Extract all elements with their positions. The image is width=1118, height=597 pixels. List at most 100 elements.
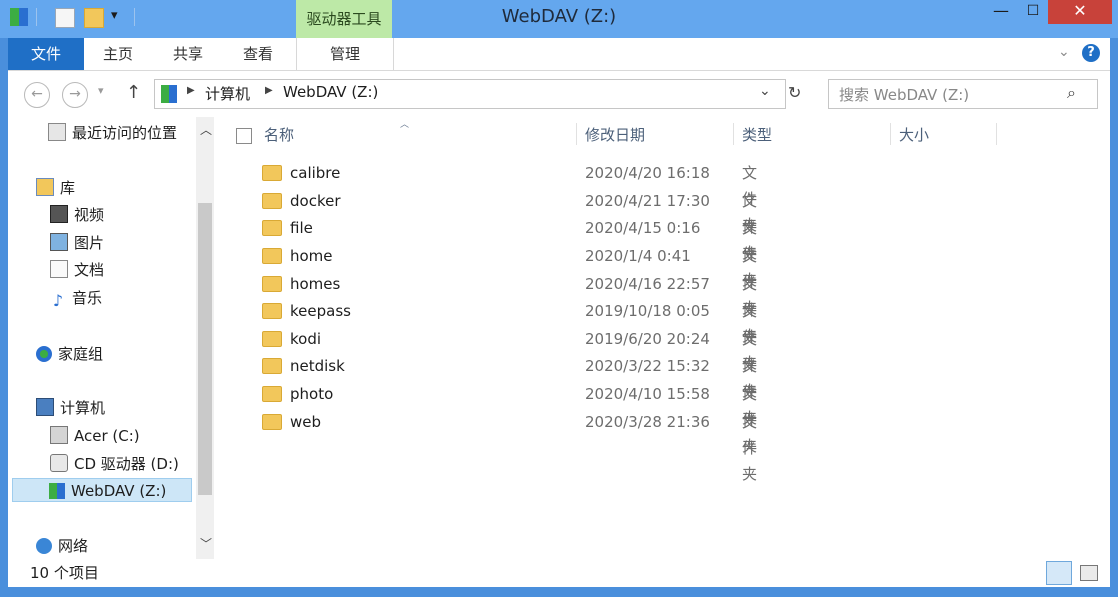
tab-home[interactable]: 主页 — [98, 38, 138, 70]
large-icons-view-icon[interactable] — [1080, 565, 1098, 581]
file-name: photo — [290, 385, 334, 403]
help-icon[interactable]: ? — [1082, 44, 1100, 62]
music-icon: ♪ — [52, 291, 64, 310]
sort-ascending-icon: ︿ — [400, 120, 410, 130]
file-date: 2020/4/21 17:30 — [585, 192, 710, 210]
nav-item-label: 计算机 — [60, 399, 106, 417]
nav-item-label: WebDAV (Z:) — [71, 482, 167, 500]
ribbon-expand-icon[interactable]: ⌄ — [1058, 44, 1070, 60]
tab-file[interactable]: 文件 — [8, 38, 84, 70]
file-date: 2020/4/10 15:58 — [585, 385, 710, 403]
nav-item-label: 网络 — [58, 537, 89, 555]
drive-icon — [50, 426, 68, 444]
scroll-down-icon[interactable]: ﹀ — [200, 535, 212, 552]
homegroup-icon — [36, 346, 52, 362]
file-name: kodi — [290, 330, 322, 348]
minimize-button[interactable]: — — [986, 0, 1016, 24]
recent-locations-icon[interactable]: ▾ — [98, 84, 104, 97]
nav-item-network[interactable]: 网络 — [36, 534, 88, 558]
file-date: 2020/3/28 21:36 — [585, 413, 710, 431]
ribbon-tab-bar: 文件 主页 共享 查看 管理 ⌄ ? — [8, 38, 1110, 71]
nav-item-label: Acer (C:) — [74, 427, 140, 445]
computer-icon — [36, 398, 54, 416]
column-divider[interactable] — [733, 123, 734, 145]
folder-icon — [262, 358, 282, 374]
nav-scrollbar-thumb[interactable] — [198, 203, 212, 495]
file-date: 2019/6/20 20:24 — [585, 330, 710, 348]
nav-item-computer[interactable]: 计算机 — [36, 396, 105, 420]
breadcrumb-computer[interactable]: 计算机 — [205, 83, 250, 104]
column-header-name[interactable]: 名称 — [264, 123, 294, 147]
folder-icon — [262, 193, 282, 209]
column-header-type[interactable]: 类型 — [742, 123, 772, 147]
pictures-icon — [50, 233, 68, 251]
details-view-icon[interactable] — [1046, 561, 1072, 585]
nav-item-label: 音乐 — [72, 289, 103, 307]
search-input[interactable]: 搜索 WebDAV (Z:) — [839, 84, 969, 105]
cd-drive-icon — [50, 454, 68, 472]
status-bar: 10 个项目 — [8, 559, 1110, 587]
file-name: homes — [290, 275, 341, 293]
column-header-date[interactable]: 修改日期 — [585, 123, 645, 147]
refresh-icon[interactable]: ↻ — [788, 83, 801, 102]
search-icon[interactable]: ⌕ — [1067, 83, 1076, 103]
documents-icon — [50, 260, 68, 278]
nav-item-webdav[interactable]: WebDAV (Z:) — [12, 478, 192, 502]
nav-item-drive-c[interactable]: Acer (C:) — [50, 424, 140, 448]
file-name: keepass — [290, 302, 351, 320]
breadcrumb-separator-icon: ▶ — [265, 85, 273, 96]
folder-icon — [262, 331, 282, 347]
file-date: 2020/4/15 0:16 — [585, 219, 701, 237]
network-icon — [36, 538, 52, 554]
folder-icon — [262, 220, 282, 236]
maximize-button[interactable]: ☐ — [1018, 0, 1048, 24]
file-name: calibre — [290, 164, 341, 182]
nav-item-label: CD 驱动器 (D:) — [74, 455, 179, 473]
explorer-body: 最近访问的位置 库 视频 图片 文档 ♪ 音乐 家庭组 计算机 Acer (C:)… — [8, 117, 1110, 587]
select-all-checkbox[interactable] — [236, 128, 252, 144]
tab-view[interactable]: 查看 — [238, 38, 278, 70]
tab-share[interactable]: 共享 — [168, 38, 208, 70]
address-bar[interactable]: ▶ 计算机 ▶ WebDAV (Z:) ⌄ — [154, 79, 786, 109]
navigation-bar: ← → ▾ ↑ ▶ 计算机 ▶ WebDAV (Z:) ⌄ ↻ 搜索 WebDA… — [8, 71, 1110, 117]
back-button[interactable]: ← — [24, 82, 50, 108]
nav-item-recent-places[interactable]: 最近访问的位置 — [48, 121, 177, 145]
file-date: 2020/1/4 0:41 — [585, 247, 691, 265]
tab-manage[interactable]: 管理 — [296, 38, 394, 70]
column-divider[interactable] — [996, 123, 997, 145]
file-name: docker — [290, 192, 341, 210]
file-date: 2020/3/22 15:32 — [585, 357, 710, 375]
nav-item-pictures[interactable]: 图片 — [50, 231, 104, 255]
video-icon — [50, 205, 68, 223]
item-count: 10 个项目 — [30, 564, 99, 582]
nav-item-documents[interactable]: 文档 — [50, 258, 104, 282]
forward-button[interactable]: → — [62, 82, 88, 108]
nav-item-cd-drive[interactable]: CD 驱动器 (D:) — [50, 452, 179, 476]
folder-icon — [262, 303, 282, 319]
nav-item-homegroup[interactable]: 家庭组 — [36, 342, 103, 366]
file-date: 2020/4/20 16:18 — [585, 164, 710, 182]
network-drive-icon — [49, 483, 65, 499]
nav-item-music[interactable]: ♪ 音乐 — [50, 286, 102, 310]
scroll-up-icon[interactable]: ︿ — [200, 121, 212, 138]
file-name: home — [290, 247, 333, 265]
breadcrumb-webdav[interactable]: WebDAV (Z:) — [283, 83, 378, 101]
folder-icon — [262, 386, 282, 402]
search-box[interactable]: 搜索 WebDAV (Z:) ⌕ — [828, 79, 1098, 109]
close-button[interactable]: ✕ — [1048, 0, 1112, 24]
folder-icon — [262, 414, 282, 430]
nav-item-libraries[interactable]: 库 — [36, 176, 75, 200]
libraries-icon — [36, 178, 54, 196]
file-type: 文件夹 — [742, 413, 758, 483]
column-divider[interactable] — [576, 123, 577, 145]
file-date: 2020/4/16 22:57 — [585, 275, 710, 293]
network-drive-icon — [161, 85, 177, 103]
nav-item-videos[interactable]: 视频 — [50, 203, 104, 227]
file-name: web — [290, 413, 322, 431]
folder-icon — [262, 165, 282, 181]
up-button[interactable]: ↑ — [126, 82, 141, 103]
file-name: file — [290, 219, 313, 237]
column-divider[interactable] — [890, 123, 891, 145]
address-dropdown-icon[interactable]: ⌄ — [759, 83, 771, 99]
column-header-size[interactable]: 大小 — [899, 123, 929, 147]
